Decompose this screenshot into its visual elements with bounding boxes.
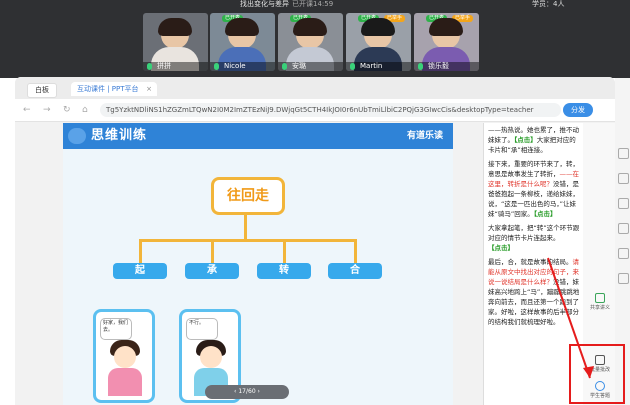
note-text: 大家拿起笔，把“转”这个环节跟对应的情节卡片连起来。: [488, 224, 580, 242]
node-he[interactable]: 合: [328, 263, 382, 279]
address-bar: ← → ↻ ⌂ Tg5YzktNDliNS1hZGZmLTQwN2I0M2ImZ…: [15, 99, 615, 122]
students-count: 学员：4人: [532, 0, 565, 8]
tab-bar: 白板 互动课件 | PPT平台 ×: [15, 77, 615, 99]
note-text: 最后，合，就是故事的结局。: [488, 258, 573, 266]
mic-icon: [282, 63, 287, 70]
undo-icon[interactable]: [618, 248, 629, 259]
video-tile-3[interactable]: 已开麦 已举手 Martin: [346, 13, 411, 71]
text-icon[interactable]: [618, 223, 629, 234]
mic-icon: [418, 63, 423, 70]
click-tag: 【点击】: [488, 244, 514, 252]
story-card-1[interactable]: 好家，我们去。: [93, 309, 155, 403]
highlight-box: [569, 344, 625, 404]
avatar-hair: [361, 18, 395, 36]
video-tile-4[interactable]: 已开麦 已举手 锁乐毅: [414, 13, 479, 71]
avatar-hair: [293, 18, 327, 36]
connector-line: [139, 239, 142, 263]
participant-name: 锁乐毅: [414, 62, 479, 71]
node-qi[interactable]: 起: [113, 263, 167, 279]
class-timer: 已开课14:59: [292, 0, 334, 8]
mic-icon: [350, 63, 355, 70]
url-field[interactable]: Tg5YzktNDliNS1hZGZmLTQwN2I0M2ImZTEzNiJ9.…: [100, 103, 561, 117]
mic-icon: [214, 63, 219, 70]
bubble-icon: [68, 128, 86, 144]
avatar-hair: [429, 18, 463, 36]
brand-label: 有道乐读: [406, 131, 443, 141]
clear-icon[interactable]: [618, 273, 629, 284]
woman-face: [200, 346, 222, 368]
refresh-icon[interactable]: ↻: [63, 103, 71, 117]
girl-dress: [108, 368, 142, 396]
shape-icon[interactable]: [618, 198, 629, 209]
video-tile-2[interactable]: 已开麦 安璐: [278, 13, 343, 71]
share-notes-button[interactable]: 共享讲义: [589, 293, 611, 315]
mic-icon: [147, 63, 152, 70]
participant-name: 安璐: [278, 62, 343, 71]
note-text: 好啦，这样故事的后半部分的结构我们就梳理好啦。: [488, 308, 579, 326]
plus-icon: [595, 293, 605, 303]
tab-ppt[interactable]: 互动课件 | PPT平台 ×: [71, 82, 157, 96]
eraser-icon[interactable]: [618, 173, 629, 184]
avatar-hair: [158, 18, 192, 36]
avatar-hair: [225, 18, 259, 36]
girl-face: [114, 346, 136, 368]
video-tile-0[interactable]: 拼拼: [143, 13, 208, 71]
tab-ppt-label: 互动课件 | PPT平台: [77, 85, 139, 93]
back-icon[interactable]: ←: [23, 103, 31, 117]
participant-name: 拼拼: [143, 62, 208, 71]
slide-pager[interactable]: ‹ 17/60 ›: [205, 385, 289, 399]
meeting-topbar: 找出变化与差异已开课14:59 学员：4人 拼拼 已开麦 Nicole 已开麦 …: [0, 0, 630, 78]
share-notes-label: 共享讲义: [589, 305, 610, 311]
connector-line: [283, 239, 286, 263]
slide-title: 思维训练: [91, 128, 148, 143]
forward-icon[interactable]: →: [43, 103, 51, 117]
meeting-title: 找出变化与差异 已开课14:59: [240, 0, 400, 10]
close-icon[interactable]: ×: [146, 82, 152, 96]
connector-line: [244, 215, 247, 239]
connector-line: [139, 239, 355, 242]
lesson-title: 找出变化与差异: [240, 0, 289, 8]
slide-header: 思维训练 有道乐读: [63, 123, 453, 149]
home-icon[interactable]: ⌂: [82, 103, 88, 117]
video-tile-1[interactable]: 已开麦 Nicole: [210, 13, 275, 71]
courseware-window: 白板 互动课件 | PPT平台 × ← → ↻ ⌂ Tg5YzktNDliNS1…: [15, 77, 615, 405]
connector-line: [354, 239, 357, 263]
slide-canvas[interactable]: 思维训练 有道乐读 往回走 起 承 转 合 好家，我们去。 不行。 ‹ 17/6…: [63, 123, 453, 405]
click-tag: 【点击】: [514, 136, 537, 144]
participant-name: Martin: [346, 62, 411, 71]
node-cheng[interactable]: 承: [185, 263, 239, 279]
speech-bubble: 不行。: [186, 318, 218, 340]
click-tag: 【点击】: [533, 210, 557, 218]
node-zhuan[interactable]: 转: [257, 263, 311, 279]
connector-line: [211, 239, 214, 263]
participant-name: Nicole: [210, 62, 275, 71]
share-button[interactable]: 分发: [563, 103, 593, 117]
topic-box: 往回走: [211, 177, 285, 215]
speech-bubble: 好家，我们去。: [100, 318, 132, 340]
pen-icon[interactable]: [618, 148, 629, 159]
tab-whiteboard[interactable]: 白板: [27, 83, 57, 98]
